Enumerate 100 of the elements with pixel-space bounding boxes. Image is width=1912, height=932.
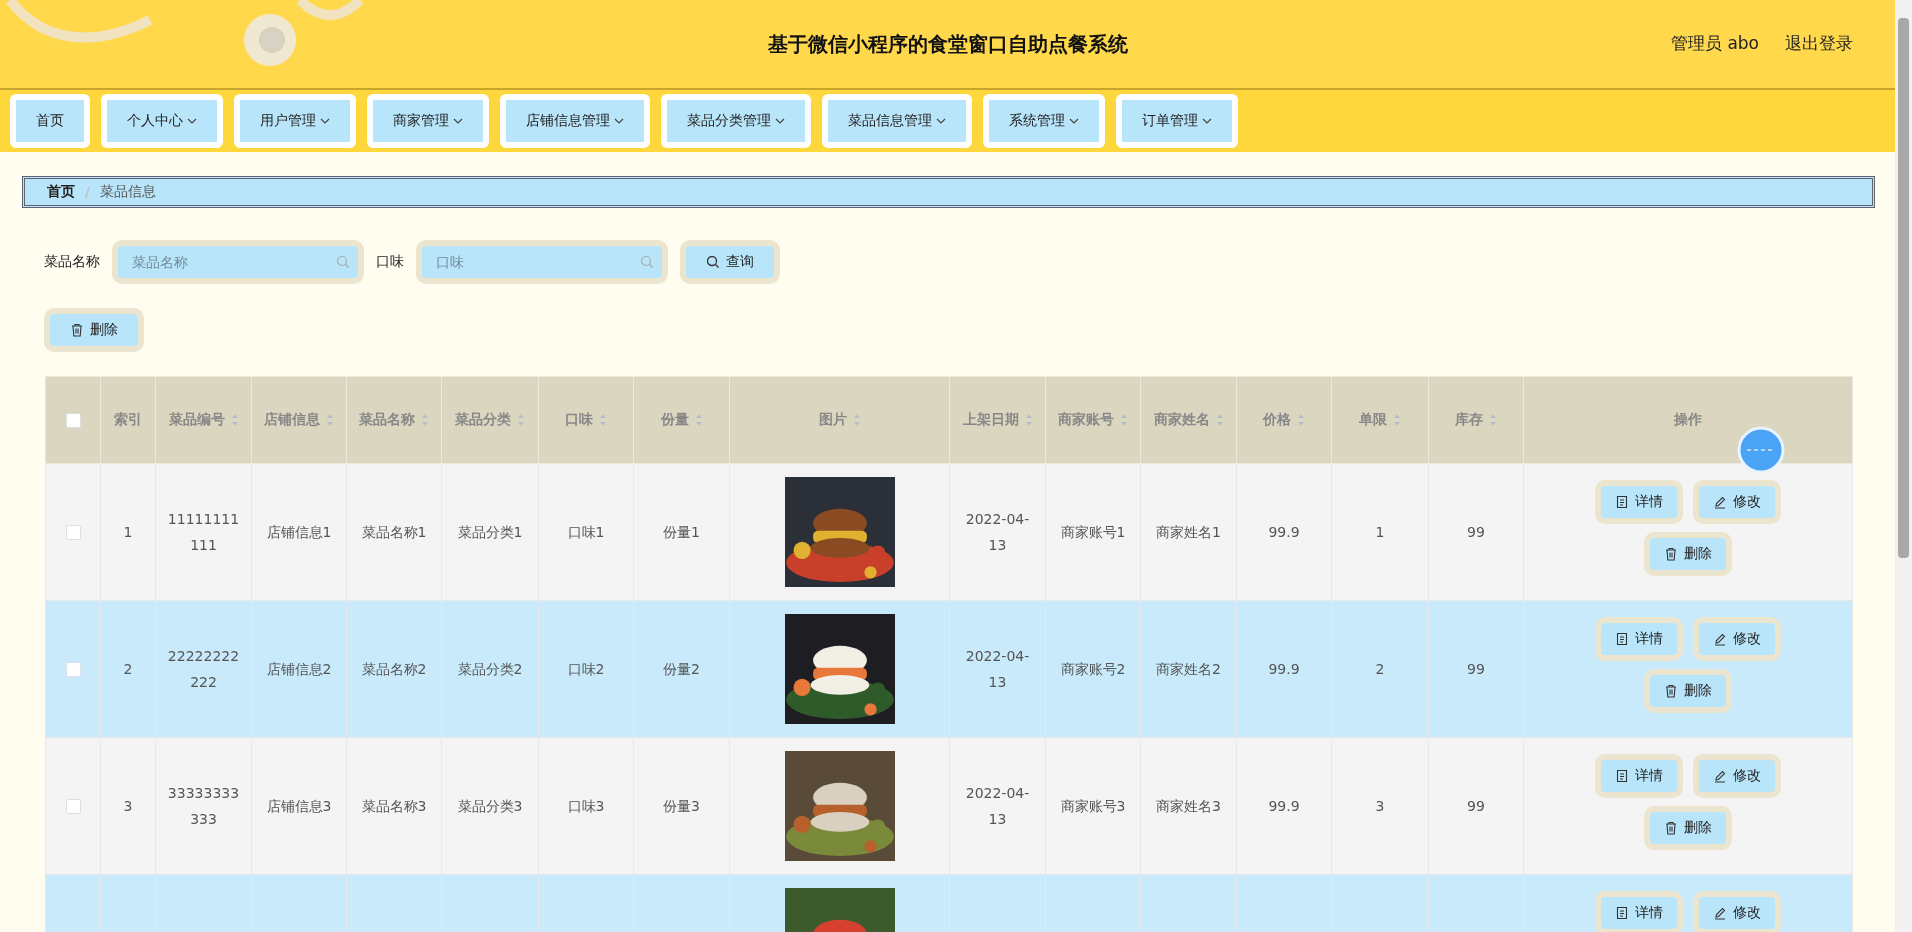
table-cell: 3 bbox=[1375, 798, 1385, 814]
logout-link[interactable]: 退出登录 bbox=[1785, 32, 1853, 55]
table-cell: 商家姓名2 bbox=[1156, 661, 1221, 677]
select-all-checkbox[interactable] bbox=[65, 413, 81, 429]
table-cell: 99 bbox=[1467, 798, 1485, 814]
table-cell: 菜品分类1 bbox=[457, 524, 523, 540]
column-header: 图片 bbox=[818, 411, 847, 429]
delete-button[interactable]: 删除 bbox=[44, 308, 144, 352]
pen-icon bbox=[1713, 769, 1727, 783]
table-cell: 店铺信息3 bbox=[266, 798, 332, 814]
nav-menu-item[interactable]: 菜品分类管理 bbox=[661, 94, 811, 148]
table-cell: 份量1 bbox=[663, 524, 700, 540]
breadcrumb-link[interactable]: 菜品信息 bbox=[99, 183, 156, 201]
chevron-down-icon bbox=[1202, 118, 1212, 124]
trash-icon bbox=[1664, 684, 1678, 698]
table-cell: 99 bbox=[1467, 661, 1485, 677]
sort-icon[interactable] bbox=[1120, 413, 1128, 427]
table-cell: 3 bbox=[123, 798, 133, 814]
table-cell: 商家账号1 bbox=[1060, 524, 1126, 540]
table-cell: 商家姓名3 bbox=[1156, 798, 1221, 814]
edit-button[interactable]: 修改 bbox=[1693, 617, 1781, 661]
search-field[interactable]: 菜品名称 bbox=[112, 240, 364, 284]
nav-menu-item[interactable]: 订单管理 bbox=[1116, 94, 1238, 148]
breadcrumb-separator: / bbox=[85, 184, 90, 200]
table-cell: 菜品分类2 bbox=[457, 661, 523, 677]
table-cell: 2022-04-13 bbox=[965, 648, 1030, 690]
column-header: 菜品编号 bbox=[168, 411, 225, 429]
table-cell: 99 bbox=[1467, 524, 1485, 540]
row-checkbox[interactable] bbox=[65, 799, 81, 815]
row-checkbox[interactable] bbox=[65, 525, 81, 541]
column-header: 菜品名称 bbox=[359, 411, 415, 429]
nav-menu-item[interactable]: 个人中心 bbox=[101, 94, 223, 148]
table-cell: 菜品名称1 bbox=[361, 524, 427, 540]
chevron-down-icon bbox=[1069, 118, 1079, 124]
edit-button[interactable]: 修改 bbox=[1693, 480, 1781, 524]
pen-icon bbox=[1713, 906, 1727, 920]
sort-icon[interactable] bbox=[1215, 413, 1224, 427]
detail-button[interactable]: 详情 bbox=[1595, 617, 1683, 661]
column-header: 索引 bbox=[114, 411, 142, 429]
column-header: 上架日期 bbox=[962, 411, 1019, 429]
table-cell: 99.9 bbox=[1268, 798, 1300, 814]
chevron-down-icon bbox=[775, 118, 785, 124]
nav-menu-item[interactable]: 店铺信息管理 bbox=[500, 94, 650, 148]
chevron-down-icon bbox=[320, 118, 330, 124]
search-button[interactable]: 查询 bbox=[680, 240, 780, 284]
sort-icon[interactable] bbox=[1393, 413, 1401, 427]
document-icon bbox=[1615, 495, 1629, 509]
column-header: 价格 bbox=[1263, 411, 1291, 429]
sort-icon[interactable] bbox=[694, 413, 703, 427]
detail-button[interactable]: 详情 bbox=[1595, 480, 1683, 524]
table-cell: 店铺信息1 bbox=[266, 524, 332, 540]
table-cell: 口味2 bbox=[567, 661, 605, 677]
sort-icon[interactable] bbox=[230, 413, 239, 427]
nav-menu-item[interactable]: 商家管理 bbox=[367, 94, 489, 148]
search-field[interactable]: 口味 bbox=[416, 240, 668, 284]
column-header: 店铺信息 bbox=[264, 411, 320, 429]
table-cell: 2022-04-13 bbox=[965, 785, 1030, 827]
row-checkbox[interactable] bbox=[65, 662, 81, 678]
detail-button[interactable]: 详情 bbox=[1595, 891, 1683, 932]
sort-icon[interactable] bbox=[1024, 413, 1033, 427]
delete-button[interactable]: 删除 bbox=[1644, 669, 1732, 713]
table-cell: 店铺信息2 bbox=[266, 661, 332, 677]
sort-icon[interactable] bbox=[1489, 413, 1497, 427]
floating-ball-icon[interactable] bbox=[1737, 426, 1785, 474]
table-cell: 2022-04-13 bbox=[965, 511, 1030, 553]
nav-menu-item[interactable]: 系统管理 bbox=[983, 94, 1105, 148]
search-icon bbox=[336, 255, 350, 269]
sort-icon[interactable] bbox=[852, 413, 861, 427]
delete-button[interactable]: 删除 bbox=[1644, 532, 1732, 576]
column-header: 份量 bbox=[660, 411, 689, 429]
table-cell: 菜品名称3 bbox=[361, 798, 427, 814]
table-cell: 22222222222 bbox=[167, 648, 240, 690]
edit-button[interactable]: 修改 bbox=[1693, 754, 1781, 798]
field-label: 菜品名称 bbox=[44, 253, 100, 271]
nav-menu-item[interactable]: 用户管理 bbox=[234, 94, 356, 148]
nav-menu-item[interactable]: 菜品信息管理 bbox=[822, 94, 972, 148]
table-cell: 商家账号3 bbox=[1060, 798, 1126, 814]
chevron-down-icon bbox=[187, 118, 197, 124]
nav-menu-item[interactable]: 首页 bbox=[10, 94, 90, 148]
table-cell: 2 bbox=[123, 661, 133, 677]
sort-icon[interactable] bbox=[326, 413, 334, 427]
table-cell: 商家账号2 bbox=[1060, 661, 1126, 677]
delete-button[interactable]: 删除 bbox=[1644, 806, 1732, 850]
chevron-down-icon bbox=[453, 118, 463, 124]
detail-button[interactable]: 详情 bbox=[1595, 754, 1683, 798]
sort-icon[interactable] bbox=[599, 413, 607, 427]
search-icon bbox=[640, 255, 654, 269]
sort-icon[interactable] bbox=[1297, 413, 1305, 427]
column-header: 商家姓名 bbox=[1153, 411, 1210, 429]
table-cell: 份量2 bbox=[663, 661, 700, 677]
admin-name: 管理员 abo bbox=[1671, 32, 1759, 55]
scrollbar[interactable] bbox=[1895, 0, 1912, 932]
trash-icon bbox=[1664, 547, 1678, 561]
sort-icon[interactable] bbox=[421, 413, 429, 427]
breadcrumb-link[interactable]: 首页 bbox=[47, 183, 75, 201]
edit-button[interactable]: 修改 bbox=[1693, 891, 1781, 932]
table-cell: 份量3 bbox=[663, 798, 700, 814]
sort-icon[interactable] bbox=[517, 413, 525, 427]
column-header: 口味 bbox=[565, 411, 593, 429]
column-header: 菜品分类 bbox=[455, 411, 511, 429]
